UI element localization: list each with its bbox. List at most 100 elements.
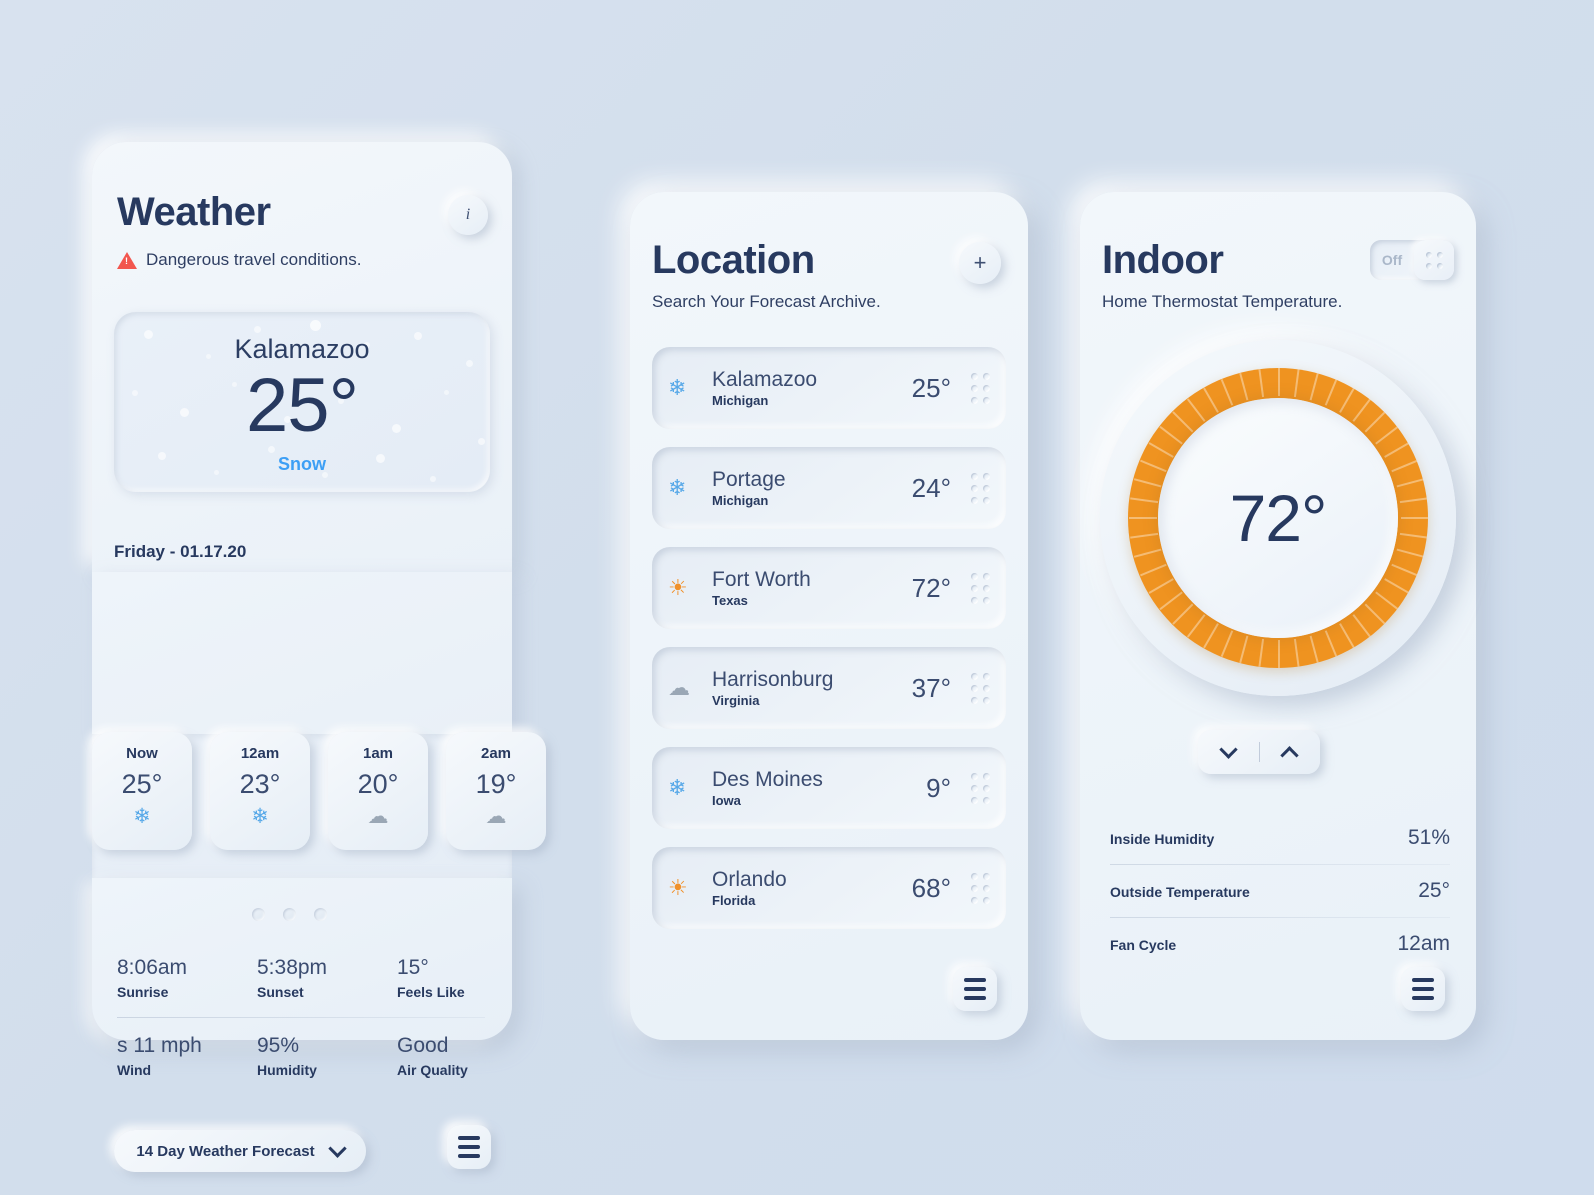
- dial-tick: [1391, 459, 1418, 473]
- location-temperature: 25°: [911, 372, 951, 403]
- pager-dot[interactable]: [252, 908, 265, 921]
- weather-date: Friday - 01.17.20: [114, 542, 247, 561]
- dial-tick: [1391, 563, 1418, 577]
- location-names: Portage Michigan: [712, 468, 912, 508]
- dial-face: 72°: [1158, 398, 1398, 638]
- hourly-forecast-row: Now 25° ❄ 12am 23° ❄ 1am 20° ☁ 2am 19° ☁: [92, 732, 582, 850]
- hourly-chip-label: 12am: [240, 745, 280, 762]
- indoor-stat-value: 51%: [1407, 826, 1450, 849]
- location-names: Fort Worth Texas: [712, 568, 912, 608]
- weather-stat-value: 95%: [257, 1034, 300, 1057]
- dial-tick: [1129, 517, 1157, 519]
- dial-tick: [1172, 603, 1194, 625]
- weather-stat-value: 15°: [397, 956, 429, 979]
- hamburger-icon: [1412, 978, 1434, 982]
- hamburger-icon: [458, 1154, 480, 1158]
- hamburger-icon: [964, 987, 986, 991]
- location-row[interactable]: ❄ Des Moines Iowa 9°: [652, 747, 1006, 829]
- dial-tick: [1396, 478, 1425, 488]
- app-screen: Weather Dangerous travel conditions. i K…: [0, 0, 1594, 1195]
- current-weather-card[interactable]: Kalamazoo 25° Snow: [114, 312, 490, 492]
- drag-handle-icon[interactable]: [971, 572, 990, 604]
- dial-tick: [1364, 411, 1386, 433]
- indoor-stat-row: Inside Humidity 51%: [1110, 812, 1450, 864]
- hamburger-icon: [964, 978, 986, 982]
- snow-dot: [430, 476, 436, 482]
- hourly-chip-temperature: 20°: [357, 769, 399, 799]
- drag-handle-icon[interactable]: [971, 772, 990, 804]
- add-location-button[interactable]: +: [959, 242, 1001, 284]
- dial-tick: [1220, 630, 1234, 657]
- location-row[interactable]: ☁ Harrisonburg Virginia 37°: [652, 647, 1006, 729]
- pager-dot[interactable]: [283, 908, 296, 921]
- dial-tick: [1133, 548, 1162, 558]
- info-button[interactable]: i: [448, 195, 488, 235]
- thermostat-dial[interactable]: 72°: [1100, 340, 1456, 696]
- temperature-down-button[interactable]: [1198, 739, 1259, 759]
- weather-stat-label: Wind: [117, 1062, 152, 1078]
- dial-temperature: 72°: [1229, 481, 1328, 555]
- drag-handle-icon[interactable]: [971, 672, 990, 704]
- hourly-chip-label: 2am: [480, 745, 512, 762]
- location-temperature: 24°: [911, 472, 951, 503]
- location-row[interactable]: ❄ Kalamazoo Michigan 25°: [652, 347, 1006, 429]
- dial-tick: [1399, 532, 1428, 539]
- indoor-stat-label: Fan Cycle: [1110, 937, 1177, 953]
- dial-tick: [1159, 591, 1183, 611]
- weather-menu-button[interactable]: [447, 1125, 491, 1169]
- dial-tick: [1352, 614, 1372, 638]
- weather-stat-cell: 8:06am Sunrise: [117, 956, 257, 1000]
- dial-tick: [1258, 638, 1265, 667]
- hourly-chip[interactable]: 1am 20° ☁: [328, 732, 428, 850]
- hourly-chip[interactable]: 2am 19° ☁: [446, 732, 546, 850]
- power-toggle[interactable]: Off: [1370, 240, 1454, 280]
- forecast-select-label: 14 Day Weather Forecast: [136, 1142, 315, 1160]
- location-row[interactable]: ❄ Portage Michigan 24°: [652, 447, 1006, 529]
- pager-dot[interactable]: [314, 908, 327, 921]
- indoor-menu-button[interactable]: [1401, 967, 1445, 1011]
- hourly-chip-label: Now: [126, 745, 158, 762]
- dial-tick: [1130, 497, 1159, 504]
- weather-stat-cell: 15° Feels Like: [397, 956, 485, 1000]
- weather-stat-label: Air Quality: [397, 1062, 468, 1078]
- dial-tick: [1399, 497, 1428, 504]
- weather-warning-text: Dangerous travel conditions.: [146, 250, 362, 269]
- weather-stat-cell: 95% Humidity: [257, 1034, 397, 1078]
- location-temperature: 68°: [911, 872, 951, 903]
- dial-tick: [1148, 442, 1174, 458]
- location-row[interactable]: ☀ Orlando Florida 68°: [652, 847, 1006, 929]
- weather-stat-label: Humidity: [257, 1062, 317, 1078]
- cloud-icon: ☁: [668, 675, 690, 700]
- dial-tick: [1396, 548, 1425, 558]
- hourly-chip[interactable]: Now 25° ❄: [92, 732, 192, 850]
- location-temperature: 37°: [911, 672, 951, 703]
- temperature-up-button[interactable]: [1260, 745, 1321, 765]
- location-menu-button[interactable]: [953, 967, 997, 1011]
- drag-handle-icon[interactable]: [971, 872, 990, 904]
- hourly-chip-label: 1am: [362, 745, 394, 762]
- page-title: Weather: [117, 190, 271, 234]
- toggle-knob[interactable]: [1414, 240, 1454, 280]
- dial-tick: [1375, 425, 1399, 445]
- weather-warning: Dangerous travel conditions.: [117, 250, 361, 270]
- forecast-select[interactable]: 14 Day Weather Forecast: [114, 1130, 366, 1172]
- location-state: Michigan: [712, 493, 769, 508]
- plus-icon: +: [973, 250, 987, 275]
- pager-dots[interactable]: [252, 908, 327, 921]
- chevron-up-icon: [1280, 745, 1299, 765]
- location-row[interactable]: ☀ Fort Worth Texas 72°: [652, 547, 1006, 629]
- dial-tick: [1278, 640, 1280, 668]
- drag-handle-icon[interactable]: [971, 472, 990, 504]
- location-state: Florida: [712, 893, 756, 908]
- weather-stat-row: 8:06am Sunrise 5:38pm Sunset 15° Feels Like: [117, 956, 485, 1000]
- weather-stat-value: Good: [397, 1034, 449, 1057]
- hourly-chip[interactable]: 12am 23° ❄: [210, 732, 310, 850]
- dial-tick: [1339, 623, 1355, 649]
- weather-panel: Weather Dangerous travel conditions. i K…: [92, 142, 512, 1172]
- indoor-stat-row: Fan Cycle 12am: [1110, 918, 1450, 970]
- dial-tick: [1186, 614, 1206, 638]
- dial-tick: [1375, 591, 1399, 611]
- drag-handle-icon[interactable]: [971, 372, 990, 404]
- weather-stat-label: Feels Like: [397, 984, 465, 1000]
- info-icon: i: [465, 206, 471, 223]
